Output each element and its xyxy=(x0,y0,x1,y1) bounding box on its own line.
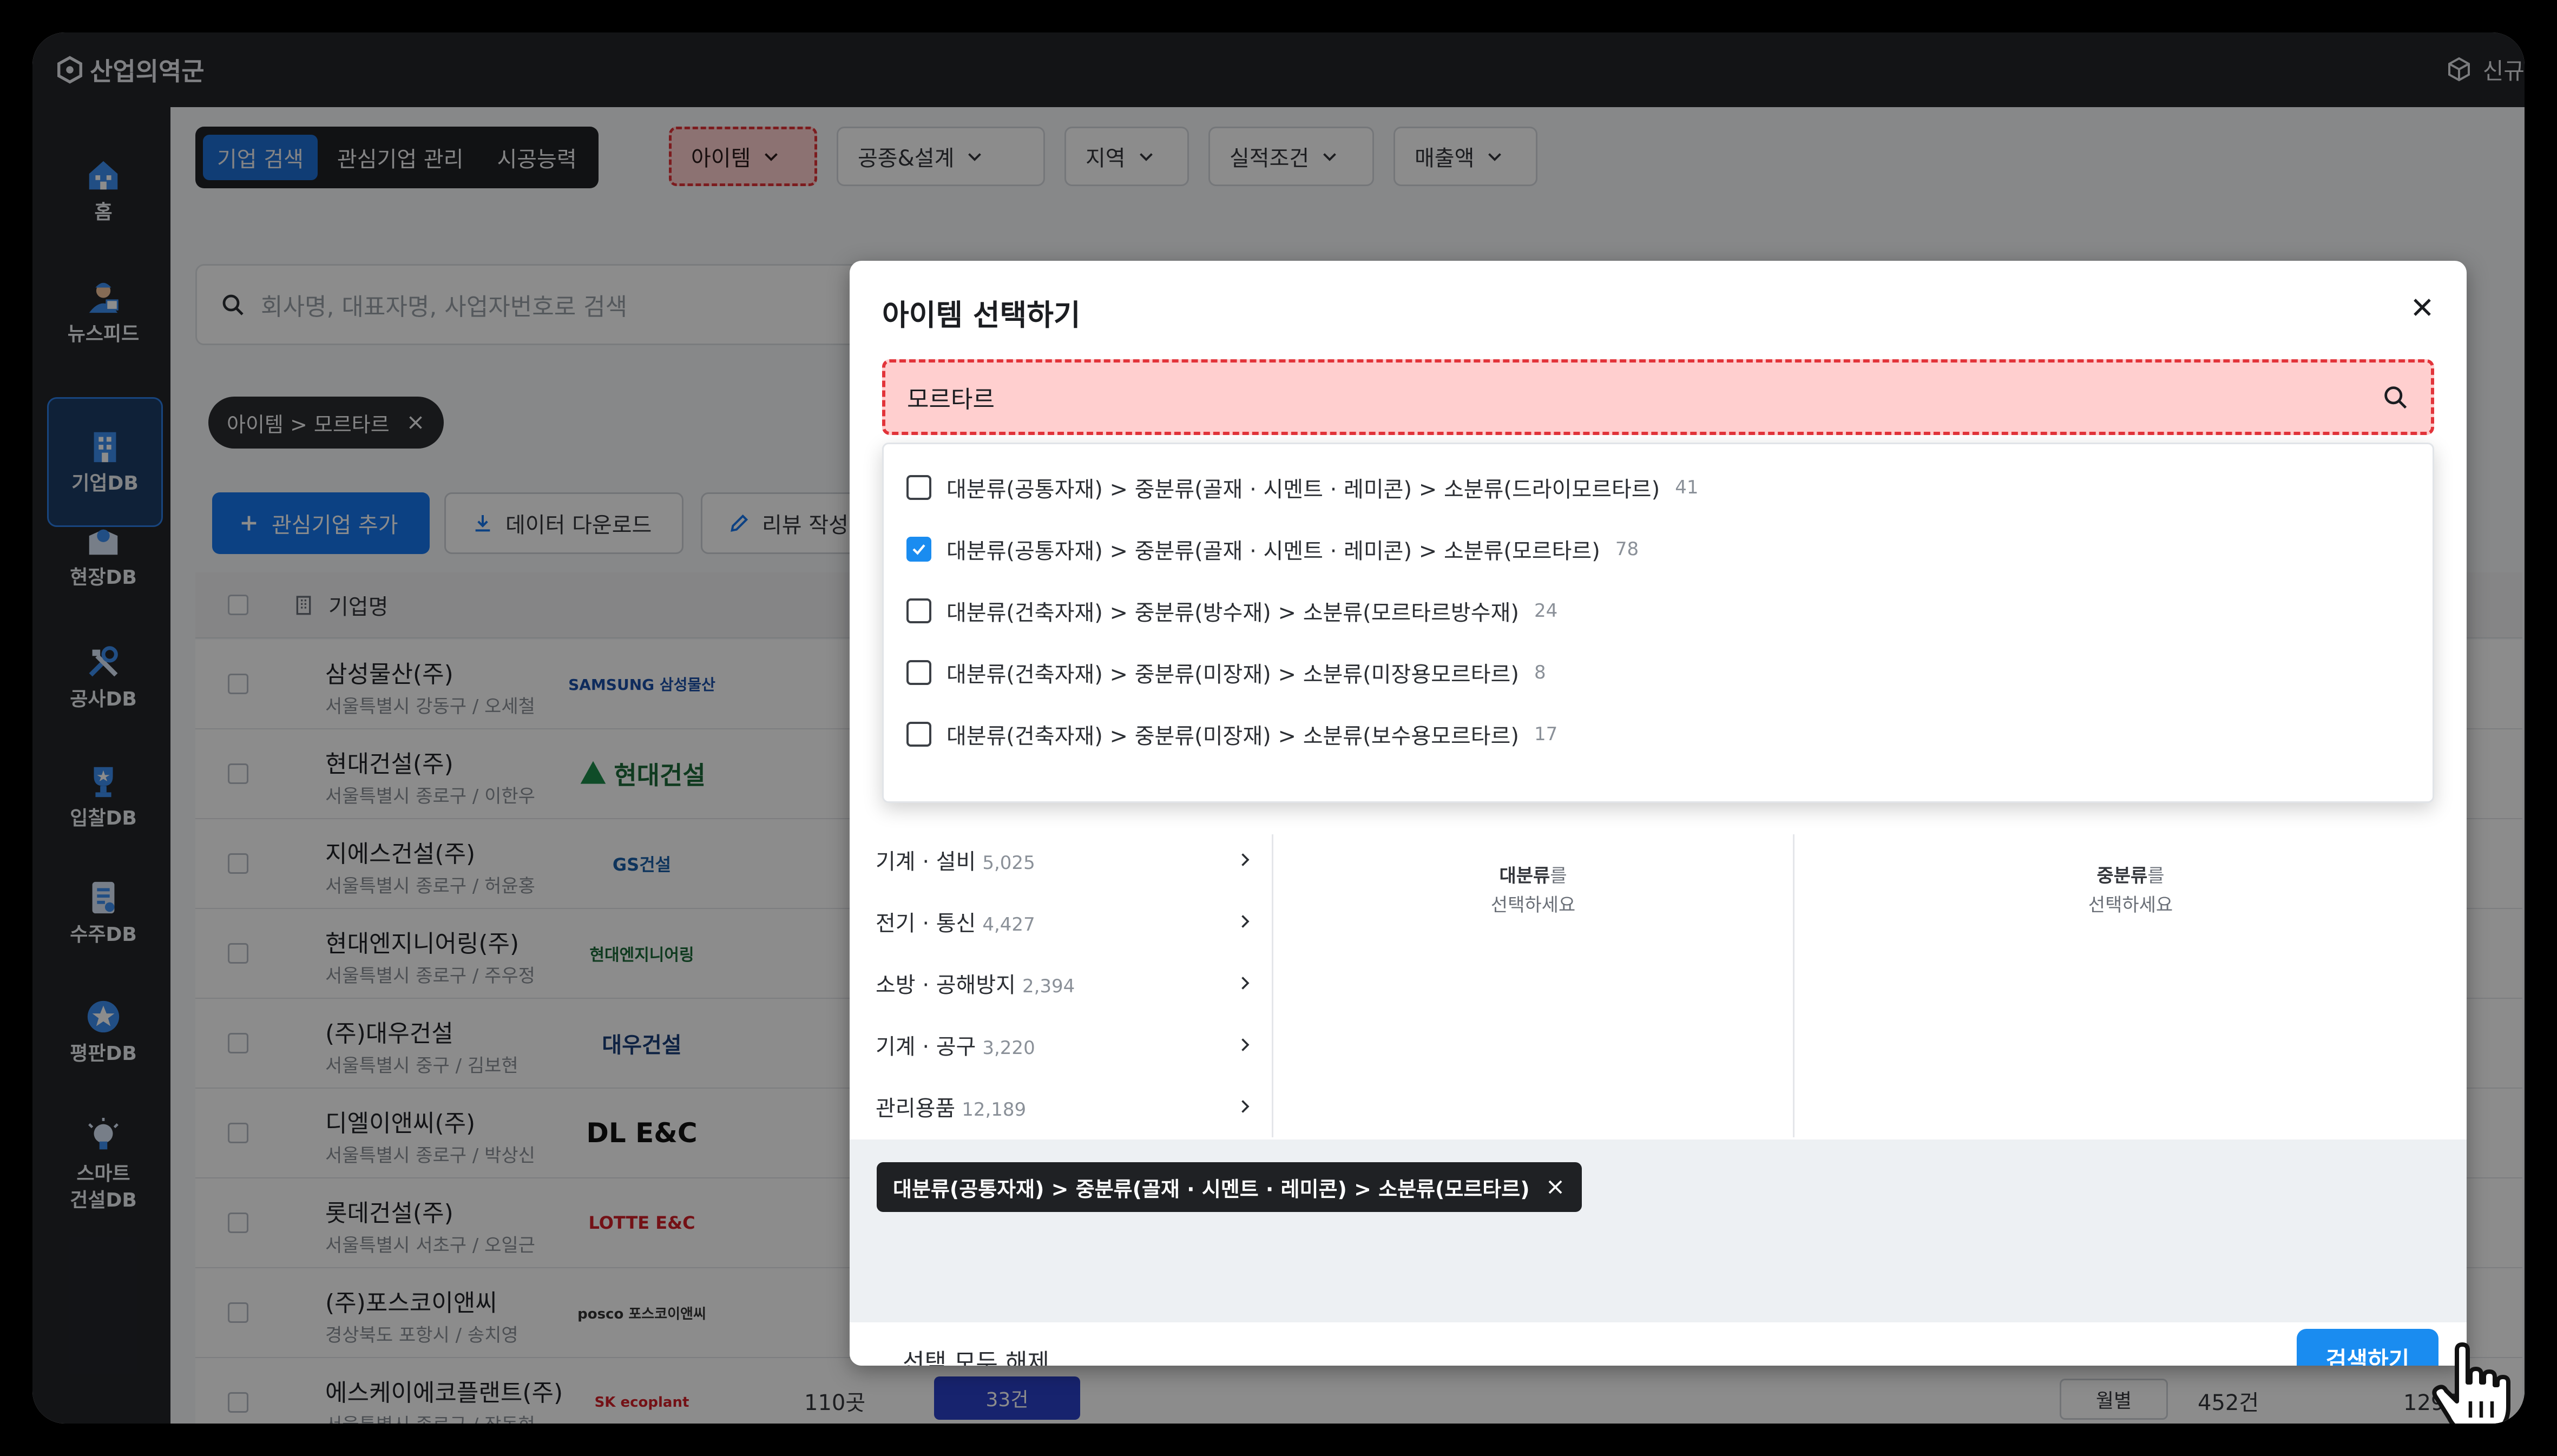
option-label: 대분류(공통자재) > 중분류(골재 · 시멘트 · 레미콘) > 소분류(드라… xyxy=(946,477,1660,502)
category-item[interactable]: 기계 · 공구 3,220 xyxy=(876,1015,1254,1075)
device-frame: 산업의역군 신규 홈 뉴스피드 기업DB 현장DB 공사DB 입찰DB 수주DB… xyxy=(0,0,2557,1456)
option-checkbox[interactable] xyxy=(906,598,931,623)
category-count: 12,189 xyxy=(962,1099,1027,1121)
option-label: 대분류(건축자재) > 중분류(미장재) > 소분류(미장용모르타르) xyxy=(946,662,1519,687)
major-category-list: 기계 · 설비 5,025 전기 · 통신 4,427 소방 · 공해방지 2,394… xyxy=(850,834,1273,1137)
option-count: 17 xyxy=(1534,723,1558,745)
category-name: 기계 · 공구 xyxy=(876,1035,976,1059)
search-icon[interactable] xyxy=(2381,383,2409,411)
option-count: 24 xyxy=(1534,600,1558,622)
chevron-right-icon xyxy=(1241,915,1250,928)
category-item[interactable]: 전기 · 통신 4,427 xyxy=(876,892,1254,951)
result-option[interactable]: 대분류(건축자재) > 중분류(미장재) > 소분류(미장용모르타르) 8 xyxy=(906,645,1546,700)
option-checkbox-checked[interactable] xyxy=(906,537,931,562)
option-label: 대분류(건축자재) > 중분류(방수재) > 소분류(모르타르방수재) xyxy=(946,601,1519,625)
hint-bold: 대분류 xyxy=(1499,865,1550,887)
hint-bold: 중분류 xyxy=(2096,865,2148,887)
app-screen: 산업의역군 신규 홈 뉴스피드 기업DB 현장DB 공사DB 입찰DB 수주DB… xyxy=(32,32,2525,1424)
pointer-hand-icon xyxy=(2432,1342,2510,1424)
category-count: 4,427 xyxy=(982,914,1035,935)
category-name: 전기 · 통신 xyxy=(876,911,976,936)
option-label: 대분류(공통자재) > 중분류(골재 · 시멘트 · 레미콘) > 소분류(모르… xyxy=(946,539,1600,564)
hint-line2: 선택하세요 xyxy=(2088,894,2173,917)
search-submit-button[interactable]: 검색하기 xyxy=(2297,1329,2438,1366)
category-count: 3,220 xyxy=(982,1037,1035,1059)
modal-title: 아이템 선택하기 xyxy=(882,298,1081,332)
option-checkbox[interactable] xyxy=(906,722,931,747)
option-count: 8 xyxy=(1534,662,1546,683)
chevron-right-icon xyxy=(1241,853,1250,866)
item-search-value: 모르타르 xyxy=(907,386,995,413)
category-name: 기계 · 설비 xyxy=(876,849,976,874)
hint-rest: 를 xyxy=(1550,865,1567,887)
middle-category-column: 대분류를 선택하세요 xyxy=(1273,834,1794,1137)
result-option[interactable]: 대분류(공통자재) > 중분류(골재 · 시멘트 · 레미콘) > 소분류(드라… xyxy=(906,460,1698,515)
option-count: 78 xyxy=(1615,538,1639,560)
category-count: 2,394 xyxy=(1022,976,1075,997)
item-search-input[interactable]: 모르타르 xyxy=(882,359,2434,435)
category-name: 소방 · 공해방지 xyxy=(876,973,1016,998)
category-item[interactable]: 기계 · 설비 5,025 xyxy=(876,830,1254,890)
clear-all-link[interactable]: 선택 모두 해제 xyxy=(903,1343,1049,1366)
chevron-right-icon xyxy=(1241,1100,1250,1113)
category-item[interactable]: 관리용품 12,189 xyxy=(876,1077,1254,1136)
close-icon[interactable] xyxy=(1545,1177,1566,1197)
hint-rest: 를 xyxy=(2147,865,2165,887)
close-icon[interactable] xyxy=(2409,294,2435,320)
select-major-hint: 대분류를 선택하세요 xyxy=(1273,861,1793,920)
selected-item-chip[interactable]: 대분류(공통자재) > 중분류(골재 · 시멘트 · 레미콘) > 소분류(모르… xyxy=(877,1162,1582,1212)
category-name: 관리용품 xyxy=(876,1096,956,1121)
minor-category-column: 중분류를 선택하세요 xyxy=(1794,834,2467,1137)
result-option[interactable]: 대분류(건축자재) > 중분류(미장재) > 소분류(보수용모르타르) 17 xyxy=(906,707,1557,761)
result-option[interactable]: 대분류(건축자재) > 중분류(방수재) > 소분류(모르타르방수재) 24 xyxy=(906,584,1557,638)
selected-chip-label: 대분류(공통자재) > 중분류(골재 · 시멘트 · 레미콘) > 소분류(모르… xyxy=(893,1177,1530,1201)
category-count: 5,025 xyxy=(982,852,1035,874)
search-results-dropdown: 대분류(공통자재) > 중분류(골재 · 시멘트 · 레미콘) > 소분류(드라… xyxy=(882,443,2434,803)
check-icon xyxy=(912,544,925,555)
item-select-modal: 아이템 선택하기 모르타르 기계 · 설비 5,025 전기 · 통신 4,427 … xyxy=(850,261,2467,1366)
option-checkbox[interactable] xyxy=(906,475,931,500)
category-item[interactable]: 소방 · 공해방지 2,394 xyxy=(876,953,1254,1013)
modal-footer: 선택 모두 해제 검색하기 xyxy=(850,1322,2467,1366)
hint-line2: 선택하세요 xyxy=(1490,894,1576,917)
result-option[interactable]: 대분류(공통자재) > 중분류(골재 · 시멘트 · 레미콘) > 소분류(모르… xyxy=(906,522,1639,576)
option-count: 41 xyxy=(1675,477,1699,498)
option-label: 대분류(건축자재) > 중분류(미장재) > 소분류(보수용모르타르) xyxy=(946,724,1519,749)
chevron-right-icon xyxy=(1241,1038,1250,1051)
option-checkbox[interactable] xyxy=(906,660,931,685)
chevron-right-icon xyxy=(1241,977,1250,990)
selected-items-area: 대분류(공통자재) > 중분류(골재 · 시멘트 · 레미콘) > 소분류(모르… xyxy=(850,1139,2467,1322)
select-middle-hint: 중분류를 선택하세요 xyxy=(1794,861,2467,920)
